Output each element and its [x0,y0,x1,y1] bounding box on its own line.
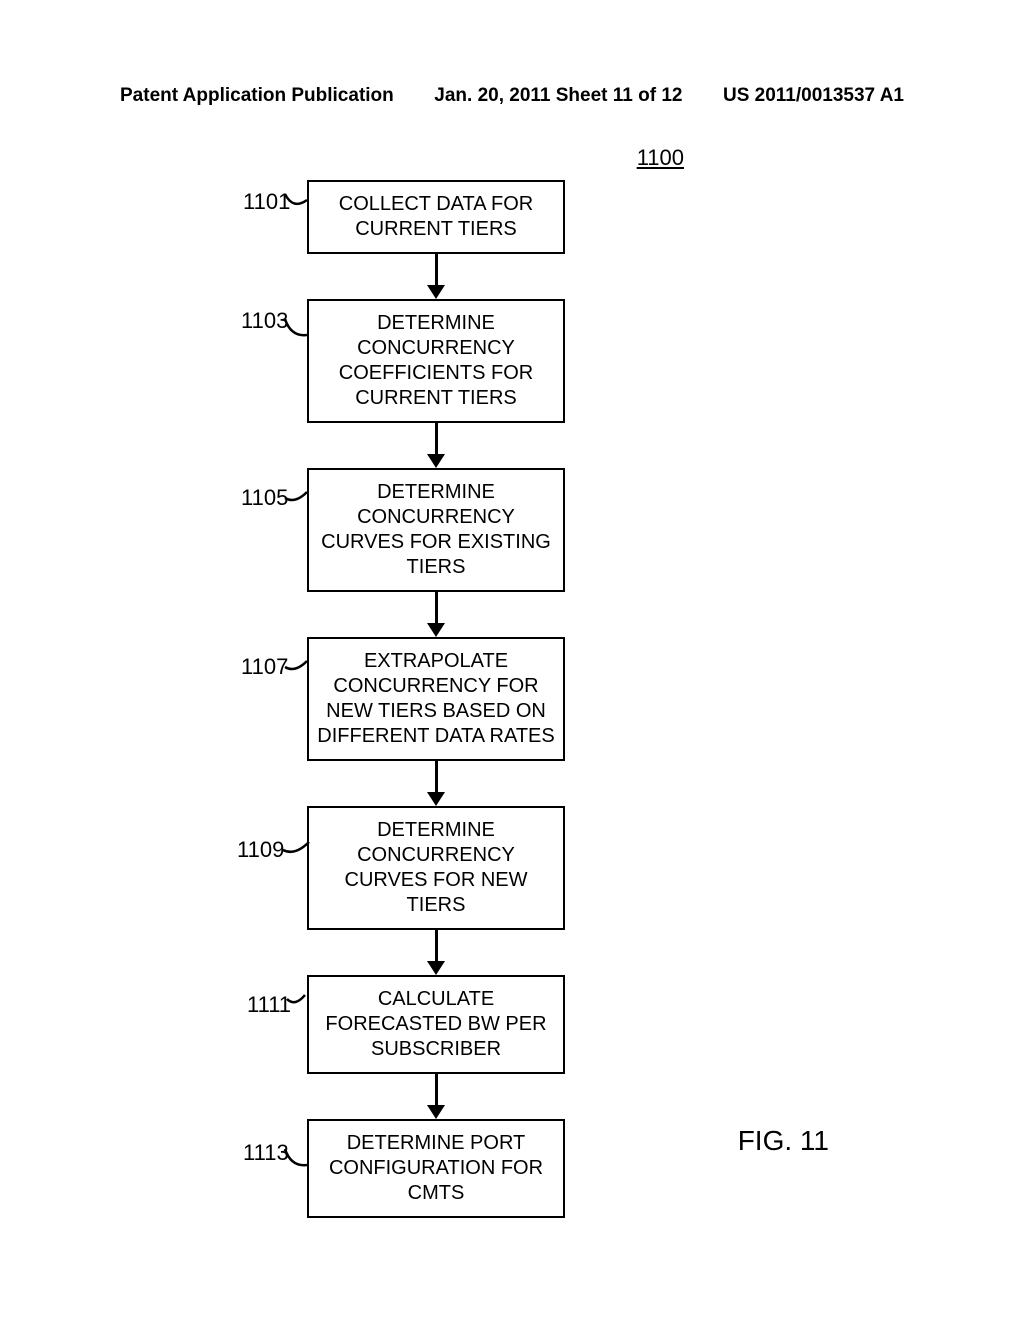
arrow [427,254,445,299]
arrow [427,930,445,975]
step-box-1107: 1107 EXTRAPOLATE CONCURRENCY FOR NEW TIE… [307,637,565,761]
step-label-1101: 1101 [243,188,290,216]
connector-line [283,192,313,222]
step-text: COLLECT DATA FOR CURRENT TIERS [315,192,557,242]
diagram-number: 1100 [637,145,684,171]
arrow [427,423,445,468]
step-box-1105: 1105 DETERMINE CONCURRENCY CURVES FOR EX… [307,468,565,592]
header-publication: Patent Application Publication [120,85,394,107]
step-text: DETERMINE CONCURRENCY COEFFICIENTS FOR C… [315,311,557,411]
step-box-1111: 1111 CALCULATE FORECASTED BW PER SUBSCRI… [307,975,565,1074]
step-label-text: 1103 [241,307,288,335]
arrow-head-icon [427,961,445,975]
arrow-line [435,254,438,285]
step-label-1103: 1103 [241,307,288,335]
figure-label: FIG. 11 [738,1125,829,1157]
step-label-text: 1109 [237,836,284,864]
connector-line [283,317,313,347]
step-label-text: 1105 [241,484,288,512]
arrow [427,1074,445,1119]
step-text: DETERMINE CONCURRENCY CURVES FOR NEW TIE… [315,818,557,918]
header-date-sheet: Jan. 20, 2011 Sheet 11 of 12 [434,85,682,107]
connector-line [283,1147,309,1171]
step-text: EXTRAPOLATE CONCURRENCY FOR NEW TIERS BA… [315,649,557,749]
header-application-number: US 2011/0013537 A1 [723,85,904,107]
arrow [427,592,445,637]
step-box-1113: 1113 DETERMINE PORT CONFIGURATION FOR CM… [307,1119,565,1218]
arrow-line [435,1074,438,1105]
arrow-line [435,592,438,623]
step-box-1101: 1101 COLLECT DATA FOR CURRENT TIERS [307,180,565,254]
step-label-1111: 1111 [247,991,291,1019]
arrow [427,761,445,806]
step-label-1109: 1109 [237,836,284,864]
step-label-1113: 1113 [243,1139,289,1167]
arrow-head-icon [427,623,445,637]
arrow-head-icon [427,1105,445,1119]
connector-line [283,659,313,679]
connector-line [283,490,313,510]
arrow-line [435,930,438,961]
arrow-line [435,423,438,454]
step-label-1105: 1105 [241,484,288,512]
step-text: DETERMINE CONCURRENCY CURVES FOR EXISTIN… [315,480,557,580]
arrow-head-icon [427,792,445,806]
connector-line [281,838,313,858]
arrow-line [435,761,438,792]
step-text: CALCULATE FORECASTED BW PER SUBSCRIBER [315,987,557,1062]
connector-line [285,993,307,1011]
arrow-head-icon [427,285,445,299]
flowchart: 1101 COLLECT DATA FOR CURRENT TIERS 1103… [306,180,566,1218]
step-box-1109: 1109 DETERMINE CONCURRENCY CURVES FOR NE… [307,806,565,930]
arrow-head-icon [427,454,445,468]
page-header: Patent Application Publication Jan. 20, … [0,85,1024,107]
step-label-text: 1113 [243,1139,289,1167]
step-label-text: 1107 [241,653,288,681]
step-label-1107: 1107 [241,653,288,681]
step-box-1103: 1103 DETERMINE CONCURRENCY COEFFICIENTS … [307,299,565,423]
step-text: DETERMINE PORT CONFIGURATION FOR CMTS [315,1131,557,1206]
